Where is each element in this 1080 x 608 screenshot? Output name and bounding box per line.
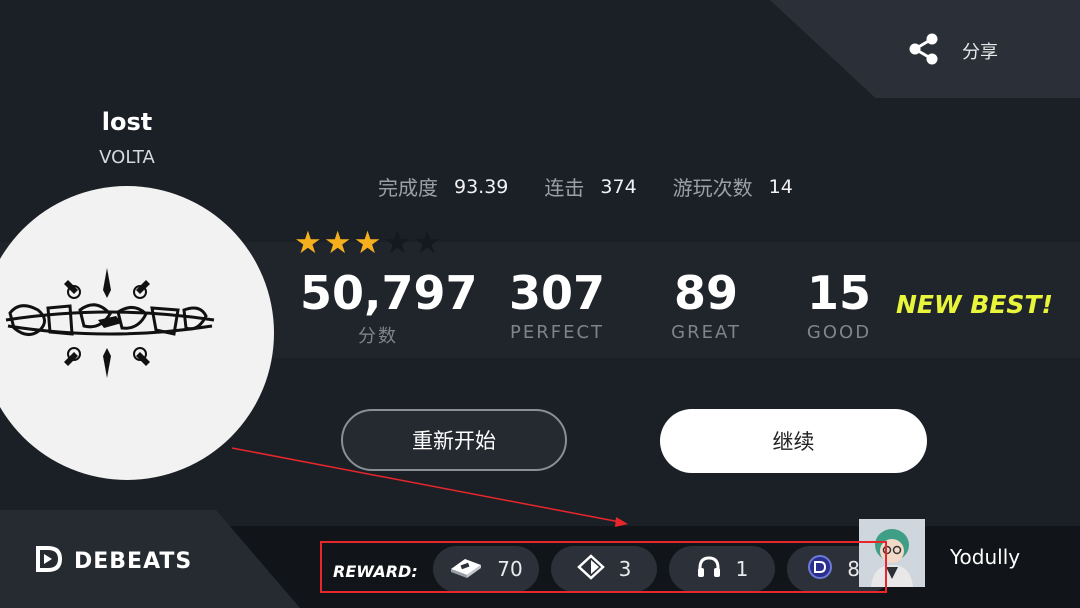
annotation-arrow [231, 447, 628, 527]
